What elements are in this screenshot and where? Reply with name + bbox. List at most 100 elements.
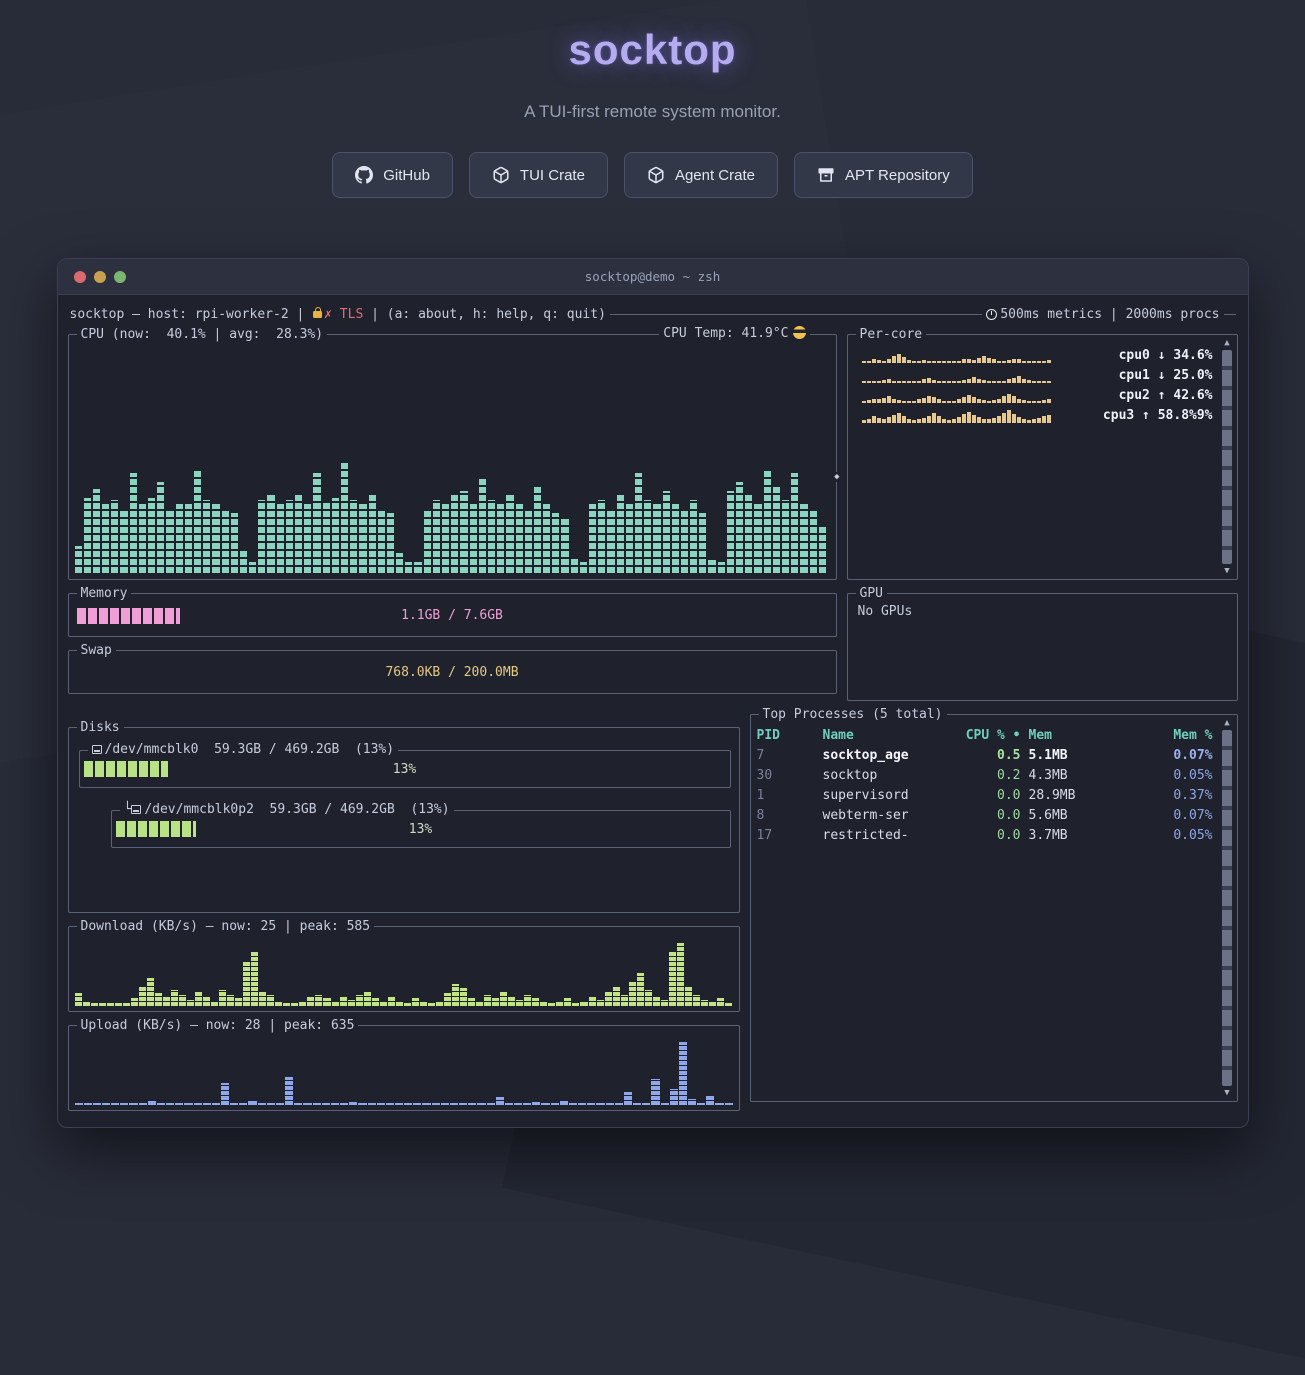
per-core-scrollbar[interactable]: ▲ ▼ <box>1221 338 1234 576</box>
chart-bar <box>1012 359 1016 364</box>
maximize-window-button[interactable] <box>114 271 126 283</box>
process-cell: 0.0 <box>949 808 1021 823</box>
swap-panel: Swap 768.0KB / 200.0MB <box>68 650 837 694</box>
chart-bar <box>1022 419 1026 424</box>
process-cell: restricted- <box>823 828 941 843</box>
chart-bar <box>323 502 330 573</box>
scrollbar-track[interactable] <box>1222 350 1232 564</box>
chart-bar <box>433 500 440 573</box>
chart-bar <box>525 509 532 573</box>
column-mem-pct[interactable]: Mem % <box>1141 728 1213 743</box>
process-row[interactable]: 7socktop_age0.55.1MB0.07% <box>751 745 1237 765</box>
chart-bar <box>412 998 419 1006</box>
chart-bar <box>596 1103 604 1105</box>
status-host: socktop — host: rpi-worker-2 | <box>70 307 313 322</box>
column-mem[interactable]: Mem <box>1029 728 1133 743</box>
scroll-down-icon[interactable]: ▼ <box>1224 566 1229 576</box>
chart-bar <box>912 361 916 363</box>
process-cell: 17 <box>757 828 815 843</box>
chart-bar <box>258 500 265 573</box>
chart-bar <box>709 1001 716 1006</box>
chart-bar <box>872 399 876 404</box>
chart-bar <box>902 416 906 424</box>
disk-entry: └/dev/mmcblk0p2 59.3GB / 469.2GB (13%) 1… <box>111 810 731 848</box>
chart-bar <box>902 357 906 363</box>
processes-scrollbar[interactable]: ▲ ▼ <box>1221 718 1234 1098</box>
chart-bar <box>332 498 339 573</box>
chart-bar <box>819 526 826 573</box>
chart-bar <box>163 997 170 1006</box>
chart-bar <box>396 553 403 573</box>
chart-bar <box>551 1103 559 1105</box>
scroll-down-icon[interactable]: ▼ <box>1224 1088 1229 1098</box>
process-row[interactable]: 1supervisord0.028.9MB0.37% <box>751 785 1237 805</box>
chart-bar <box>331 1103 339 1105</box>
chart-bar <box>589 504 596 573</box>
chart-bar <box>378 509 385 573</box>
chart-bar <box>111 500 118 573</box>
chart-bar <box>179 995 186 1006</box>
chart-bar <box>651 1079 659 1105</box>
chart-bar <box>548 1003 555 1006</box>
button-label: APT Repository <box>845 167 950 184</box>
chart-bar <box>404 1003 411 1006</box>
chart-bar <box>810 509 817 573</box>
chart-bar <box>745 495 752 573</box>
chart-bar <box>1002 381 1006 383</box>
process-table-header: PID Name CPU % • Mem Mem % <box>751 725 1237 745</box>
chart-bar <box>422 1103 430 1105</box>
minimize-window-button[interactable] <box>94 271 106 283</box>
chart-bar <box>927 416 931 424</box>
core-row: cpu2 ↑ 42.6% <box>862 385 1213 403</box>
chart-bar <box>606 1103 614 1105</box>
chart-bar <box>887 379 891 383</box>
chart-bar <box>1002 413 1006 424</box>
scroll-up-icon[interactable]: ▲ <box>1224 718 1229 728</box>
chart-bar <box>251 952 258 1006</box>
process-row[interactable]: 8webterm-ser0.05.6MB0.07% <box>751 805 1237 825</box>
chart-bar <box>1022 379 1026 384</box>
chart-bar <box>1047 415 1051 423</box>
chart-bar <box>341 462 348 573</box>
chart-bar <box>907 419 911 424</box>
agent-crate-button[interactable]: Agent Crate <box>624 152 778 198</box>
disk-entry: /dev/mmcblk0 59.3GB / 469.2GB (13%) 13% <box>79 750 731 788</box>
chart-bar <box>661 1000 668 1006</box>
chart-bar <box>532 1102 540 1105</box>
chart-bar <box>892 356 896 363</box>
button-label: TUI Crate <box>520 167 585 184</box>
process-row[interactable]: 17restricted-0.03.7MB0.05% <box>751 825 1237 845</box>
apt-repository-button[interactable]: APT Repository <box>794 152 973 198</box>
chart-bar <box>1037 418 1041 423</box>
github-icon <box>355 166 373 184</box>
column-pid[interactable]: PID <box>757 728 815 743</box>
scrollbar-track[interactable] <box>1222 730 1232 1086</box>
tui-crate-button[interactable]: TUI Crate <box>469 152 608 198</box>
chart-bar <box>516 1000 523 1006</box>
chart-bar <box>967 412 971 423</box>
column-cpu[interactable]: CPU % • <box>949 728 1021 743</box>
chart-bar <box>587 1103 595 1105</box>
chart-bar <box>148 498 155 573</box>
processes-panel: Top Processes (5 total) PID Name CPU % •… <box>750 714 1238 1102</box>
chart-bar <box>932 380 936 383</box>
chart-bar <box>91 1003 98 1006</box>
chart-bar <box>597 1000 604 1006</box>
chart-bar <box>388 997 395 1006</box>
chart-bar <box>633 1103 641 1105</box>
chart-bar <box>249 562 256 573</box>
column-name[interactable]: Name <box>823 728 941 743</box>
chart-bar <box>203 997 210 1006</box>
chart-bar <box>75 1103 83 1105</box>
github-button[interactable]: GitHub <box>332 152 453 198</box>
chart-bar <box>139 504 146 573</box>
memory-panel: Memory 1.1GB / 7.6GB <box>68 593 837 637</box>
close-window-button[interactable] <box>74 271 86 283</box>
process-row[interactable]: 30socktop0.24.3MB0.05% <box>751 765 1237 785</box>
chart-bar <box>937 381 941 383</box>
chart-bar <box>295 493 302 573</box>
chart-bar <box>369 495 376 573</box>
chart-bar <box>957 399 961 403</box>
chart-bar <box>441 1103 449 1105</box>
scroll-up-icon[interactable]: ▲ <box>1224 338 1229 348</box>
